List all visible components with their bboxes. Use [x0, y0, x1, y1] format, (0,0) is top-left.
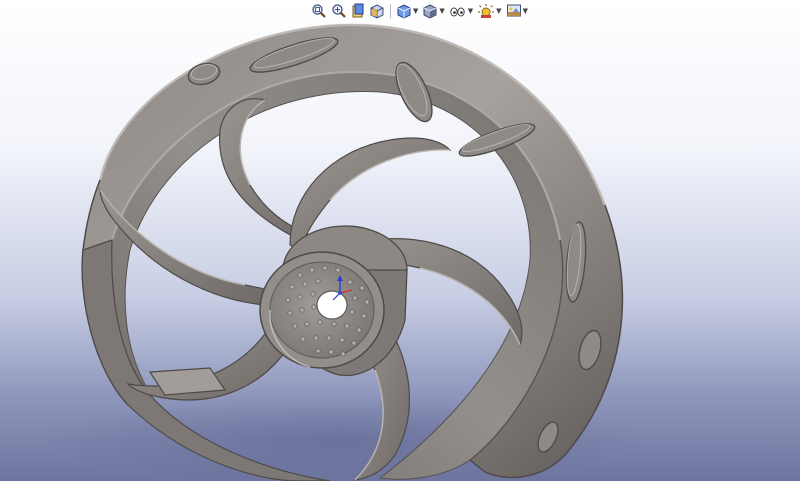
- scene-icon: [506, 4, 521, 17]
- graphics-area[interactable]: ▼ ▼ ▼ ▼ ▼: [0, 0, 800, 481]
- heads-up-view-toolbar: ▼ ▼ ▼ ▼ ▼: [310, 1, 529, 21]
- view-orientation-icon: [397, 4, 411, 19]
- previous-view-button[interactable]: [350, 2, 366, 20]
- zoom-area-icon: [332, 4, 346, 18]
- hub-bore: [316, 290, 348, 320]
- impeller-model[interactable]: [0, 0, 800, 481]
- zoom-to-area-button[interactable]: [330, 2, 348, 20]
- chevron-down-icon: ▼: [522, 6, 528, 15]
- section-view-icon: [370, 4, 384, 19]
- edit-appearance-button[interactable]: ▼: [476, 2, 502, 20]
- previous-view-icon: [352, 3, 364, 18]
- chevron-down-icon: ▼: [413, 6, 419, 15]
- chevron-down-icon: ▼: [467, 6, 474, 15]
- chevron-down-icon: ▼: [439, 6, 445, 15]
- display-style-icon: [423, 4, 437, 19]
- view-orientation-button[interactable]: ▼: [395, 2, 419, 20]
- hide-show-icon: [450, 7, 465, 17]
- hub[interactable]: [259, 225, 408, 377]
- section-view-button[interactable]: [368, 2, 386, 20]
- appearance-icon: [478, 4, 495, 18]
- hide-show-items-button[interactable]: ▼: [448, 2, 474, 20]
- display-style-button[interactable]: ▼: [421, 2, 445, 20]
- zoom-to-fit-button[interactable]: [310, 2, 328, 20]
- apply-scene-button[interactable]: ▼: [505, 2, 529, 20]
- zoom-fit-icon: [312, 4, 326, 18]
- chevron-down-icon: ▼: [496, 6, 502, 15]
- toolbar-separator: [390, 4, 391, 18]
